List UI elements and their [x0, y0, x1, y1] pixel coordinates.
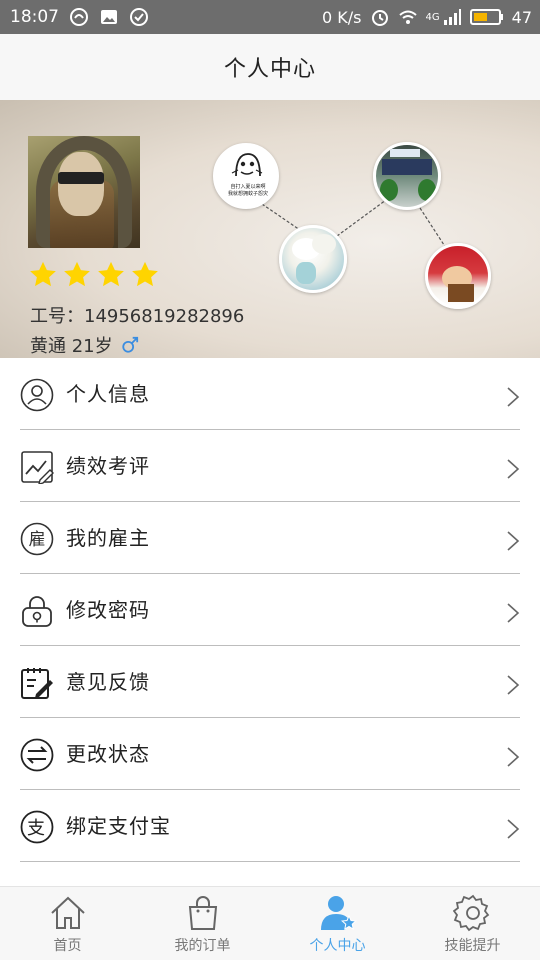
menu-label: 个人信息 [66, 382, 150, 406]
chevron-right-icon [507, 459, 520, 479]
menu-label: 更改状态 [66, 742, 150, 766]
employee-id-value: 14956819282896 [84, 306, 245, 327]
page-title: 个人中心 [223, 57, 316, 82]
avatar-eyes [58, 172, 104, 184]
feedback-icon [21, 668, 53, 699]
star-icon [98, 261, 124, 287]
status-time: 18:07 [10, 7, 59, 27]
menu-item-change-password[interactable]: 修改密码 [0, 574, 540, 646]
menu-item-personal-info[interactable]: 个人信息 [0, 358, 540, 430]
home-icon [50, 896, 85, 929]
menu-label: 意见反馈 [66, 670, 150, 694]
star-icon [30, 261, 56, 287]
bag-icon [188, 896, 217, 930]
menu-item-feedback[interactable]: 意见反馈 [0, 646, 540, 718]
alipay-icon: 支 [20, 810, 54, 844]
photo-bubble-flowers[interactable] [279, 225, 347, 293]
menu-label: 我的雇主 [66, 526, 150, 550]
star-icon [64, 261, 90, 287]
employee-id-label: 工号： [30, 306, 84, 327]
nav-item-skills[interactable]: 技能提升 [405, 887, 540, 960]
battery-level: 47 [511, 7, 532, 27]
menu-label: 修改密码 [66, 598, 150, 622]
user-star-icon [320, 896, 357, 931]
menu-item-performance[interactable]: 绩效考评 [0, 430, 540, 502]
nav-item-home[interactable]: 首页 [0, 887, 135, 960]
male-icon [121, 336, 138, 353]
chart-icon [21, 451, 54, 484]
bottom-nav: 首页 我的订单 个人中心 技能提升 [0, 886, 540, 960]
svg-text:支: 支 [27, 818, 45, 839]
user-icon [20, 378, 54, 412]
meme-caption-2: 我就想拥蚊子怨灾 [227, 191, 268, 197]
star-icon [132, 261, 158, 287]
menu-item-change-status[interactable]: 更改状态 [0, 718, 540, 790]
menu-item-bind-alipay[interactable]: 支 绑定支付宝 [0, 790, 540, 862]
photo-bubble-meme[interactable]: 自打入夏以来啊 我就想拥蚊子怨灾 [213, 143, 279, 209]
name-age-text: 黄通 21岁 [30, 336, 113, 357]
avatar-face [58, 152, 104, 216]
rating-stars [28, 260, 160, 290]
check-circle-icon [130, 8, 148, 26]
title-bar: 个人中心 [0, 34, 540, 100]
nav-item-my-orders[interactable]: 我的订单 [135, 887, 270, 960]
gear-icon [452, 894, 489, 932]
svg-text:雇: 雇 [29, 530, 46, 550]
wifi-icon [398, 10, 417, 24]
avatar[interactable] [28, 136, 140, 248]
menu-label: 绩效考评 [66, 454, 150, 478]
profile-banner: 工号：14956819282896 黄通 21岁 自打入夏以来啊 我就想拥蚊子怨… [0, 100, 540, 358]
name-age: 黄通 21岁 [30, 332, 139, 358]
circle-app-icon [70, 8, 88, 26]
network-speed: 0 K/s [322, 7, 362, 27]
employee-id: 工号：14956819282896 [30, 302, 244, 328]
status-bar: 18:07 0 K/s 4G 47 [0, 0, 540, 34]
menu-label: 绑定支付宝 [66, 814, 171, 838]
image-notification-icon [101, 10, 117, 24]
lock-icon [22, 596, 52, 627]
menu-item-my-employer[interactable]: 雇 我的雇主 [0, 502, 540, 574]
employer-icon: 雇 [20, 522, 54, 556]
chevron-right-icon [507, 603, 520, 623]
switch-icon [20, 738, 54, 772]
battery-icon [469, 9, 503, 25]
nav-label: 个人中心 [309, 938, 366, 954]
signal-icon [443, 9, 461, 25]
chevron-right-icon [507, 747, 520, 767]
chevron-right-icon [507, 819, 520, 839]
chevron-right-icon [507, 387, 520, 407]
menu-list: 个人信息 绩效考评 雇 我的雇主 修改密码 意见反馈 更改状态 支 绑定支付宝 [0, 358, 540, 862]
divider [20, 861, 520, 862]
nav-label: 技能提升 [444, 938, 501, 954]
photo-bubble-office[interactable] [373, 142, 441, 210]
chevron-right-icon [507, 675, 520, 695]
nav-label: 我的订单 [174, 938, 231, 954]
chevron-right-icon [507, 531, 520, 551]
nav-label: 首页 [53, 938, 82, 954]
network-type: 4G [425, 11, 440, 23]
meme-caption-1: 自打入夏以来啊 [230, 184, 266, 190]
nav-item-profile[interactable]: 个人中心 [270, 887, 405, 960]
alarm-icon [371, 10, 388, 26]
photo-bubble-cartoon[interactable] [425, 243, 491, 309]
